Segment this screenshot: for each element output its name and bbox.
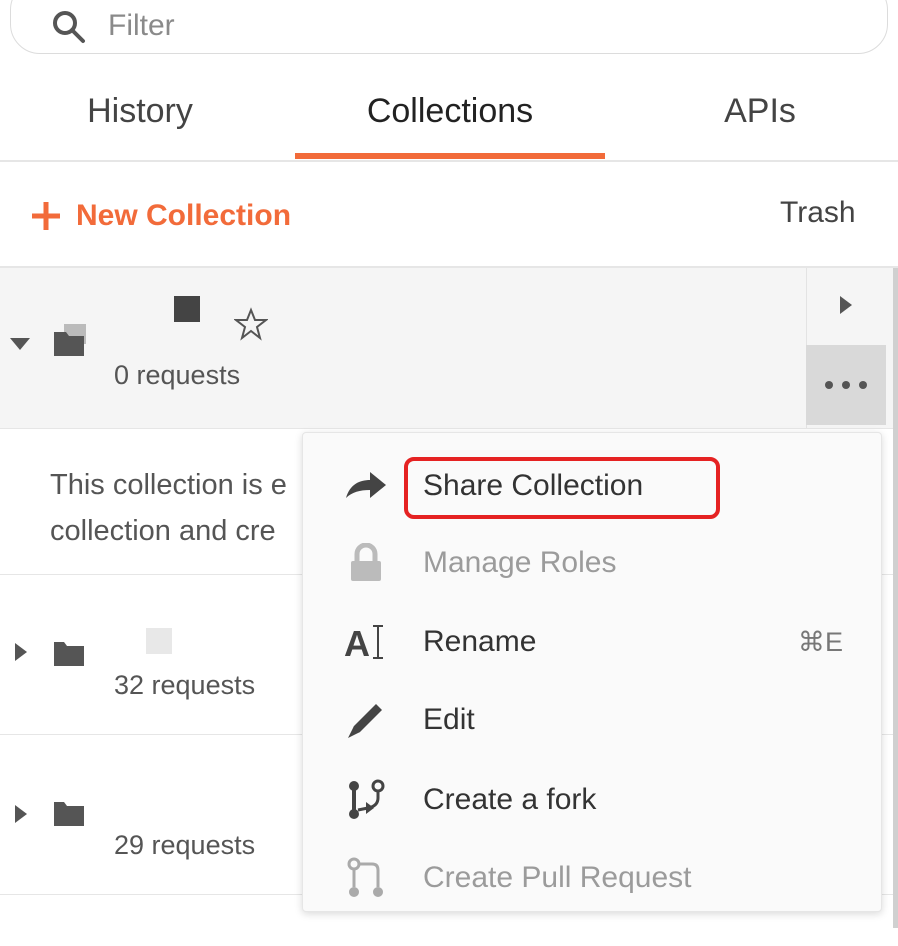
share-collection-highlight bbox=[404, 457, 720, 519]
menu-item-label: Rename bbox=[423, 625, 537, 658]
rename-icon: A bbox=[341, 617, 391, 667]
new-collection-label: New Collection bbox=[76, 199, 292, 232]
collection-color-square bbox=[174, 296, 200, 322]
tab-apis[interactable]: APIs bbox=[690, 92, 830, 152]
svg-text:A: A bbox=[344, 623, 370, 662]
ellipsis-icon bbox=[825, 381, 867, 389]
pencil-icon bbox=[341, 695, 391, 745]
fork-icon bbox=[341, 775, 391, 825]
new-collection-button[interactable]: New Collection bbox=[30, 194, 291, 238]
collection-row-1[interactable] bbox=[0, 268, 898, 428]
collection-color-square bbox=[146, 628, 172, 654]
menu-item-edit[interactable]: Edit bbox=[303, 685, 881, 755]
trash-button[interactable]: Trash bbox=[780, 196, 856, 230]
filter-bar bbox=[10, 0, 888, 54]
folder-icon bbox=[54, 802, 84, 826]
folder-icon bbox=[54, 324, 86, 356]
plus-icon bbox=[32, 202, 60, 230]
tabs-divider bbox=[0, 160, 898, 162]
lock-icon bbox=[341, 538, 391, 588]
description-line-2: collection and cre bbox=[50, 515, 276, 547]
description-line-1: This collection is e bbox=[50, 469, 287, 501]
search-icon bbox=[53, 11, 85, 43]
collection-request-count: 0 requests bbox=[114, 360, 241, 390]
caret-right-icon[interactable] bbox=[838, 294, 854, 316]
folder-icon bbox=[54, 642, 84, 666]
menu-item-create-fork[interactable]: Create a fork bbox=[303, 765, 881, 835]
tab-collections[interactable]: Collections bbox=[295, 92, 605, 152]
empty-collection-description: This collection is e collection and cre bbox=[50, 462, 287, 554]
collection-request-count: 29 requests bbox=[114, 830, 256, 860]
more-actions-button[interactable] bbox=[806, 345, 886, 425]
collection-row-2[interactable] bbox=[0, 575, 300, 733]
tab-history[interactable]: History bbox=[40, 92, 240, 152]
filter-input[interactable] bbox=[106, 5, 610, 47]
menu-item-rename[interactable]: A Rename ⌘E bbox=[303, 607, 881, 677]
caret-right-icon[interactable] bbox=[14, 642, 28, 662]
pull-request-icon bbox=[341, 853, 391, 903]
menu-item-label: Manage Roles bbox=[423, 546, 617, 579]
active-tab-indicator bbox=[295, 153, 605, 159]
shortcut-label: ⌘E bbox=[797, 626, 843, 657]
scrollbar-track[interactable] bbox=[893, 268, 898, 928]
share-arrow-icon bbox=[341, 461, 391, 511]
menu-item-label: Create a fork bbox=[423, 783, 597, 816]
menu-item-create-pull-request[interactable]: Create Pull Request bbox=[303, 843, 881, 911]
menu-item-label: Edit bbox=[423, 703, 475, 736]
collection-request-count: 32 requests bbox=[114, 670, 256, 700]
row1-divider bbox=[0, 428, 898, 429]
caret-right-icon[interactable] bbox=[14, 804, 28, 824]
caret-down-icon[interactable] bbox=[10, 338, 30, 352]
collection-row-3[interactable] bbox=[0, 735, 300, 893]
menu-item-manage-roles[interactable]: Manage Roles bbox=[303, 528, 881, 598]
star-icon[interactable] bbox=[234, 307, 268, 341]
menu-item-label: Create Pull Request bbox=[423, 861, 692, 894]
